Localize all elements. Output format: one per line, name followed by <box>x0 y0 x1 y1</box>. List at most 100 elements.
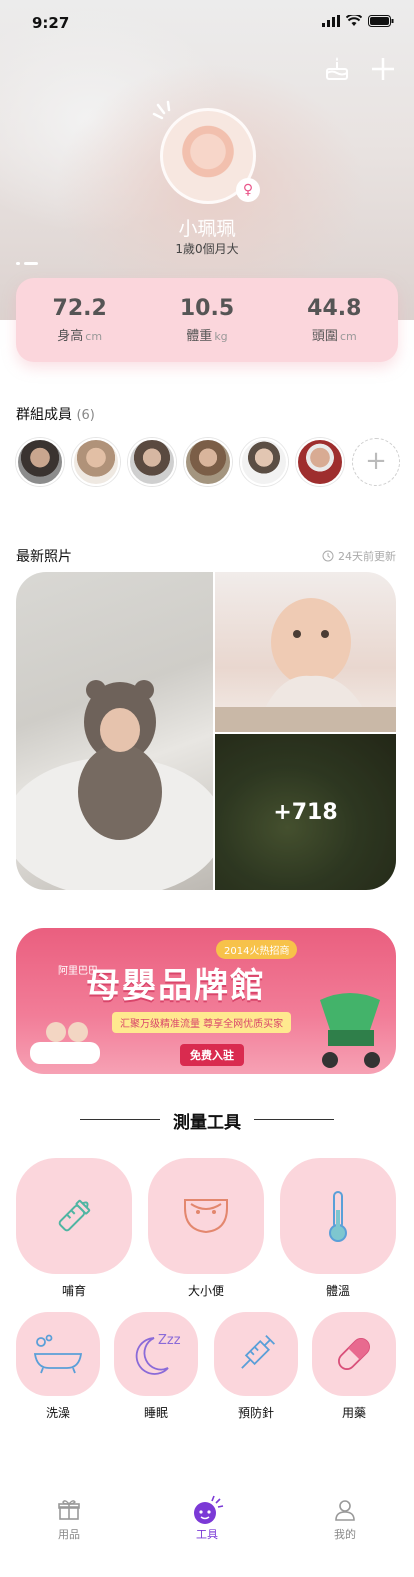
pill-icon <box>338 1338 370 1370</box>
stat-label: 體重 <box>186 329 213 344</box>
tab-icon-wrap <box>276 1496 414 1524</box>
bottom-tab-bar: 用品 工具 我的 <box>0 1484 414 1577</box>
gift-icon <box>58 1500 80 1520</box>
diaper-icon <box>184 1199 228 1234</box>
banner-subtitle: 汇聚万级精准流量 尊享全网优质买家 <box>112 1012 292 1033</box>
tool-tile[interactable] <box>16 1158 132 1274</box>
stat-label-row: 體重 kg <box>152 325 262 344</box>
tool-label: 洗澡 <box>45 1406 70 1420</box>
tool-label: 用藥 <box>341 1406 366 1420</box>
female-icon: ♀ <box>236 178 260 202</box>
svg-text:Zzz: Zzz <box>158 1333 181 1348</box>
tool-label: 大小便 <box>187 1284 224 1298</box>
status-time: 9:27 <box>32 14 70 32</box>
birthday-cake-icon[interactable] <box>324 56 350 82</box>
tab-label: 用品 <box>58 1528 80 1541</box>
baby-face-icon <box>194 1495 224 1524</box>
photo-thumbnail[interactable] <box>215 572 396 732</box>
tool-temperature[interactable]: 體溫 <box>280 1158 396 1299</box>
stat-unit: cm <box>339 330 357 343</box>
stat-weight[interactable]: 10.5 體重 kg <box>152 296 262 344</box>
add-member-button[interactable]: + <box>352 438 400 486</box>
group-member-count: (6) <box>76 408 95 423</box>
member-avatar[interactable] <box>128 438 176 486</box>
clock-icon <box>322 550 334 562</box>
status-icons <box>322 15 394 27</box>
tool-sleep[interactable]: Zzz 睡眠 <box>114 1312 198 1421</box>
tool-vaccine[interactable]: 預防針 <box>214 1312 298 1421</box>
tool-tile[interactable] <box>312 1312 396 1396</box>
group-members-title: 群組成員 (6) <box>16 404 95 424</box>
stroller-illustration <box>320 993 380 1068</box>
tab-icon-wrap <box>138 1495 276 1524</box>
bathtub-illustration <box>30 1022 100 1064</box>
stat-unit: cm <box>85 330 103 343</box>
stat-label: 頭圍 <box>311 329 338 344</box>
member-avatar[interactable] <box>240 438 288 486</box>
baby-name: 小珮珮 <box>178 218 236 240</box>
stat-label: 身高 <box>57 329 84 344</box>
page-indicator <box>16 262 38 265</box>
tool-tile[interactable] <box>280 1158 396 1274</box>
tab-label: 我的 <box>334 1528 356 1541</box>
promo-banner[interactable]: 阿里巴巴 2014火热招商 母嬰品牌館 汇聚万级精准流量 尊享全网优质买家 免费… <box>16 928 396 1074</box>
syringe-icon <box>241 1334 276 1369</box>
tab-products[interactable]: 用品 <box>0 1484 138 1577</box>
page-dot-active <box>24 262 38 265</box>
stat-head-circumference[interactable]: 44.8 頭圍 cm <box>279 296 389 344</box>
tab-tools[interactable]: 工具 <box>138 1484 276 1577</box>
tool-label: 預防針 <box>237 1406 274 1420</box>
tool-diaper[interactable]: 大小便 <box>148 1158 264 1299</box>
baby-bottle-icon <box>58 1199 91 1232</box>
baby-avatar-wrapper[interactable]: ♀ <box>160 108 260 204</box>
banner-title: 母嬰品牌館 <box>86 966 266 1006</box>
stat-unit: kg <box>214 330 228 343</box>
tab-me[interactable]: 我的 <box>276 1484 414 1577</box>
latest-photos-title: 最新照片 <box>16 549 72 565</box>
photos-updated: 24天前更新 <box>322 548 396 564</box>
tool-tile[interactable] <box>148 1158 264 1274</box>
tool-tile[interactable] <box>214 1312 298 1396</box>
growth-stats-card[interactable]: 72.2 身高 cm 10.5 體重 kg 44.8 頭圍 cm <box>16 278 398 362</box>
photo-grid[interactable]: +718 <box>16 572 396 890</box>
banner-join-button[interactable]: 免费入驻 <box>180 1044 244 1066</box>
banner-year-tag: 2014火热招商 <box>216 940 298 959</box>
member-avatar[interactable] <box>184 438 232 486</box>
stat-value: 44.8 <box>307 296 362 321</box>
member-avatar[interactable] <box>16 438 64 486</box>
wifi-icon <box>346 15 362 26</box>
tool-bath[interactable]: 洗澡 <box>16 1312 100 1421</box>
bathtub-icon <box>33 1334 83 1374</box>
group-title-text: 群組成員 <box>16 407 72 423</box>
page-dot <box>16 262 20 265</box>
stat-value: 10.5 <box>179 296 235 321</box>
more-photos-count[interactable]: +718 <box>215 734 396 890</box>
tool-feeding[interactable]: 哺育 <box>16 1158 132 1299</box>
add-icon[interactable] <box>370 56 396 82</box>
user-icon <box>335 1500 355 1521</box>
tool-tile[interactable] <box>16 1312 100 1396</box>
battery-icon <box>368 15 394 27</box>
header-actions <box>324 56 396 82</box>
stat-value: 72.2 <box>52 296 107 321</box>
group-members-list: + <box>16 438 400 486</box>
moon-sleep-icon: Zzz <box>135 1333 181 1375</box>
photos-updated-text: 24天前更新 <box>338 550 396 563</box>
tab-label: 工具 <box>196 1528 218 1541</box>
tool-label: 體溫 <box>325 1284 350 1298</box>
stat-label-row: 頭圍 cm <box>279 325 389 344</box>
tools-heading: 測量工具 <box>0 1108 414 1133</box>
stat-label-row: 身高 cm <box>25 325 135 344</box>
signal-icon <box>322 15 340 27</box>
status-bar: 9:27 <box>0 0 414 44</box>
thermometer-icon <box>329 1191 347 1242</box>
tool-label: 哺育 <box>61 1284 86 1298</box>
stat-height[interactable]: 72.2 身高 cm <box>25 296 135 344</box>
member-avatar[interactable] <box>296 438 344 486</box>
tab-icon-wrap <box>0 1496 138 1524</box>
member-avatar[interactable] <box>72 438 120 486</box>
tool-tile[interactable]: Zzz <box>114 1312 198 1396</box>
tool-medicine[interactable]: 用藥 <box>312 1312 396 1421</box>
baby-age: 1歲0個月大 <box>175 242 239 256</box>
photo-thumbnail[interactable] <box>16 572 224 890</box>
